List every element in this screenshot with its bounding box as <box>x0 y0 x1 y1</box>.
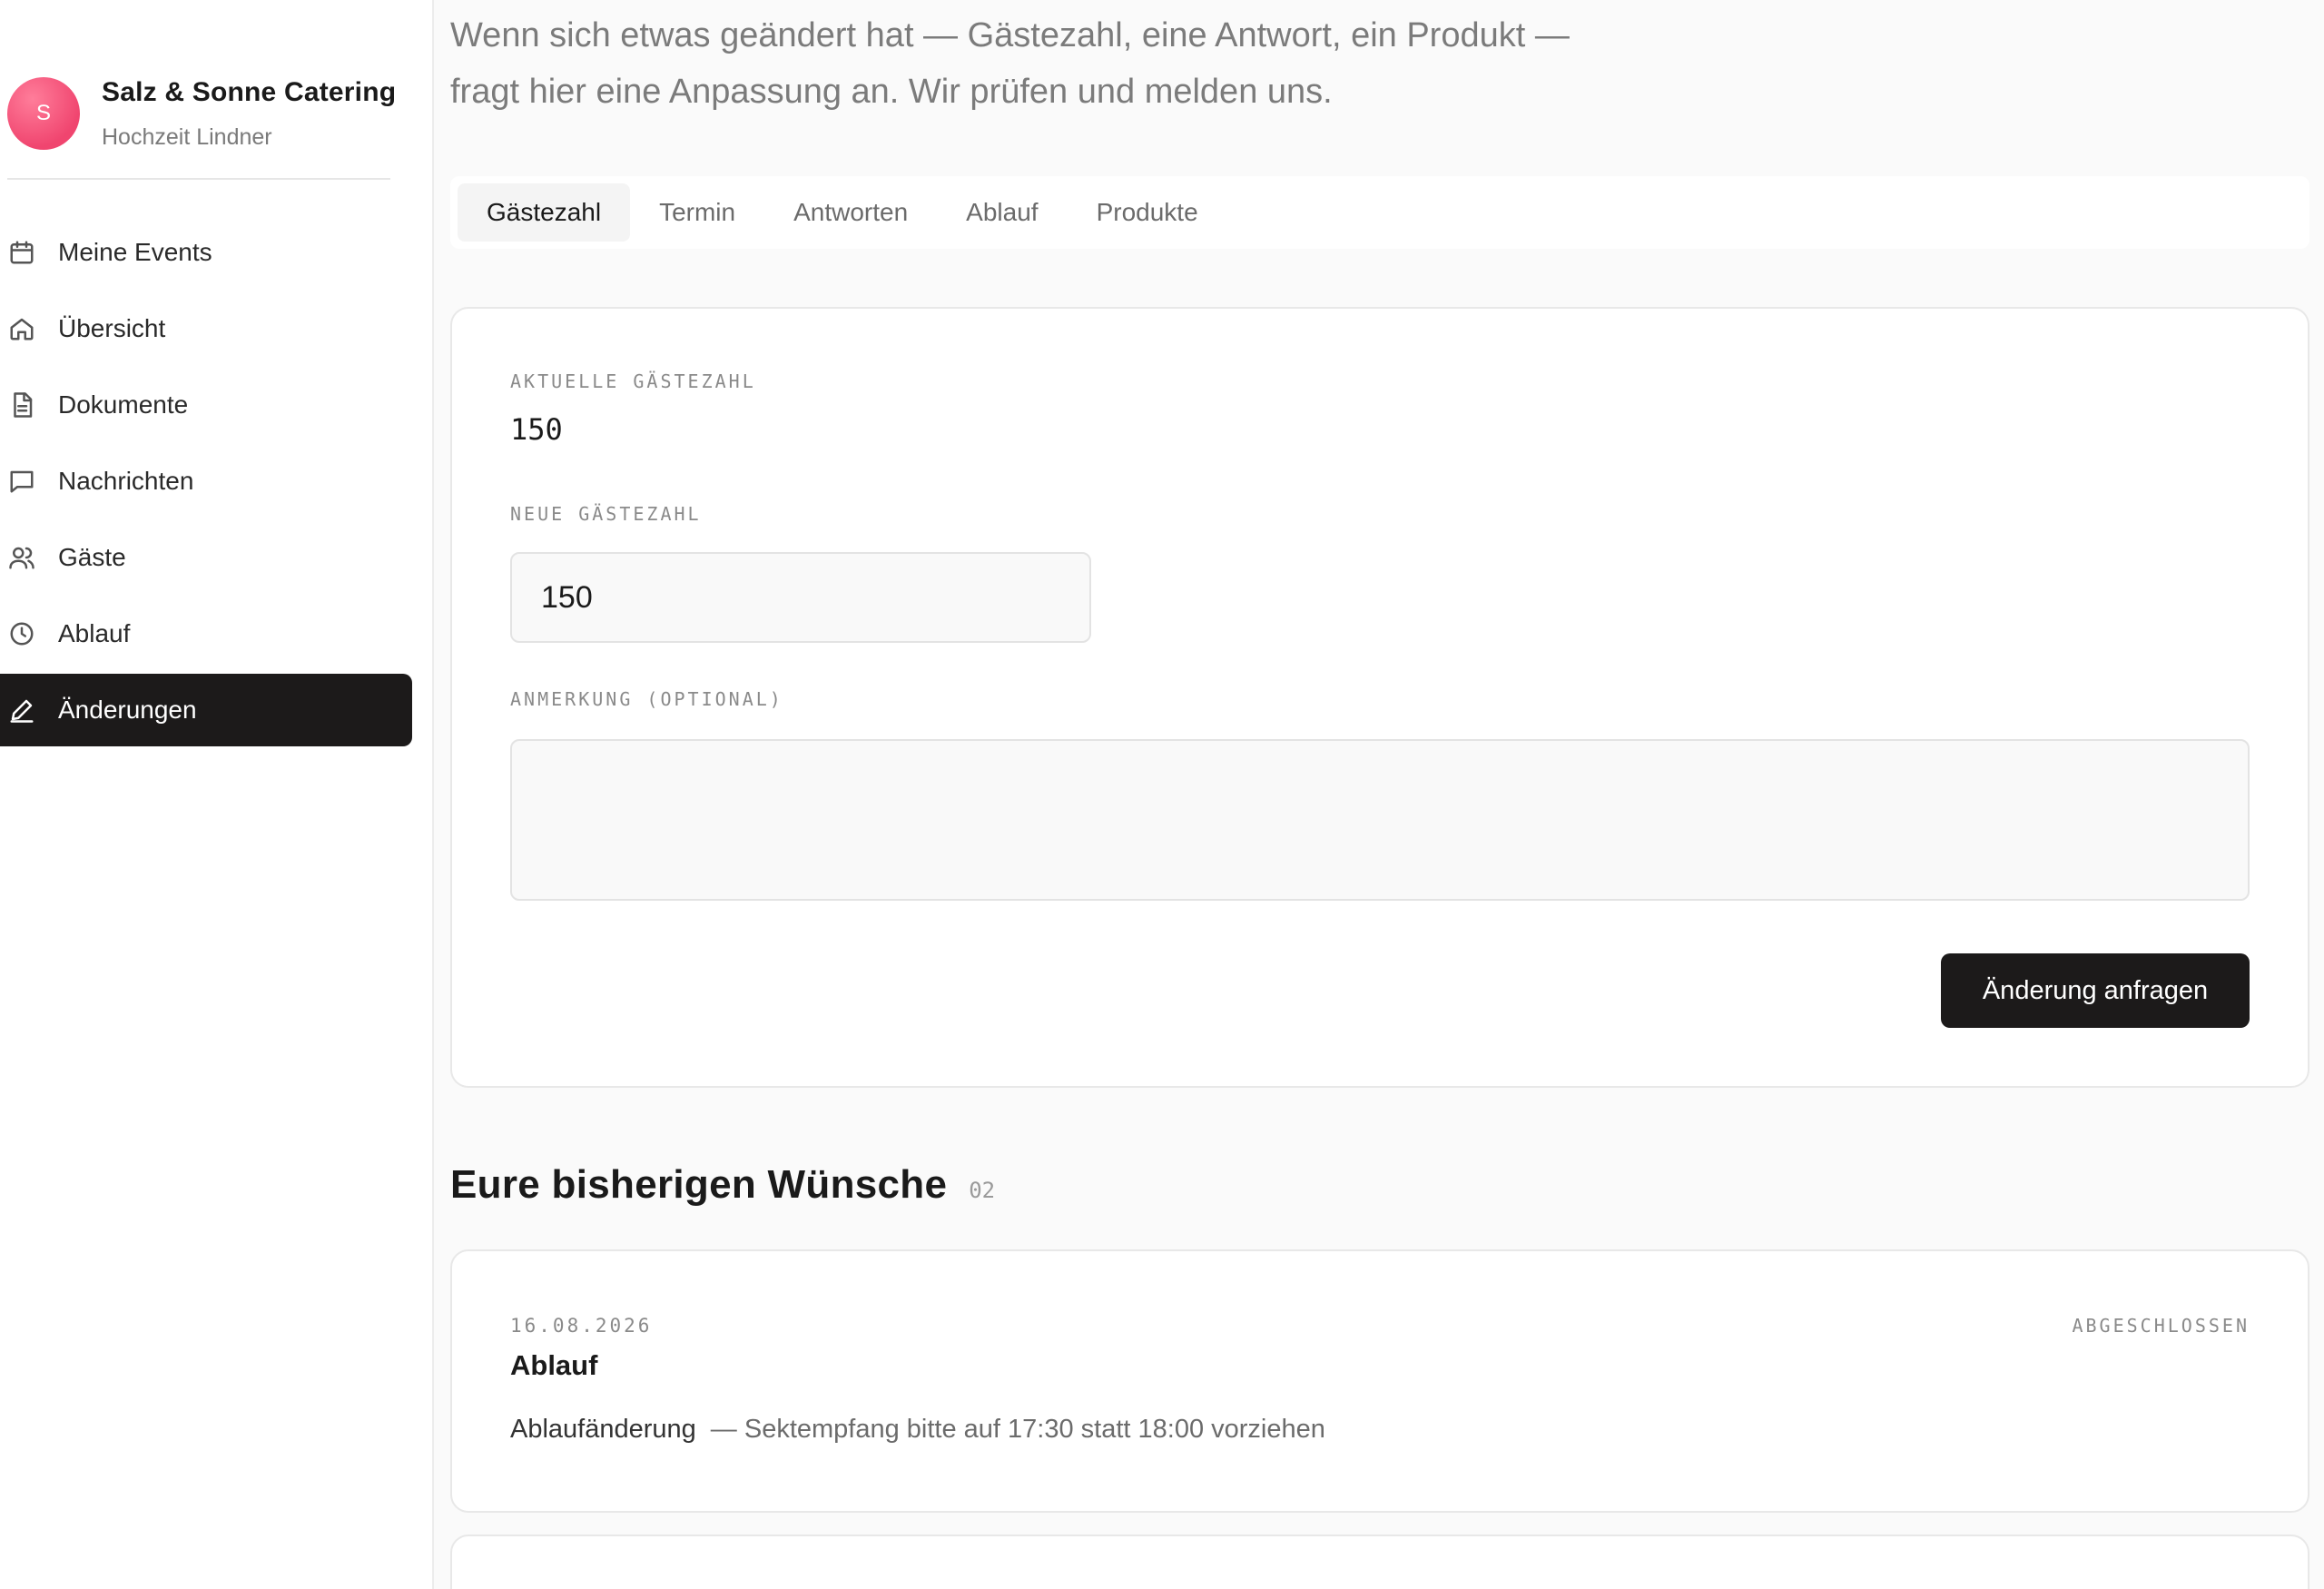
brand-name: Salz & Sonne Catering <box>102 76 397 107</box>
main-content: Wenn sich etwas geändert hat — Gästezahl… <box>434 0 2324 1589</box>
sidebar-item-nachrichten[interactable]: Nachrichten <box>0 445 412 518</box>
request-type: Ablaufänderung <box>510 1415 696 1444</box>
app-root: S Salz & Sonne Catering Hochzeit Lindner… <box>0 0 2324 1589</box>
home-icon <box>7 314 36 343</box>
request-change-button[interactable]: Änderung anfragen <box>1941 953 2250 1028</box>
request-detail: — Sektempfang bitte auf 17:30 statt 18:0… <box>710 1415 1325 1444</box>
request-card: 16.08.2026 ABGESCHLOSSEN Ablauf Ablaufän… <box>450 1249 2309 1513</box>
current-guest-count-label: AKTUELLE GÄSTEZAHL <box>510 370 756 392</box>
avatar: S <box>7 77 80 150</box>
request-card <box>450 1535 2309 1589</box>
note-label: ANMERKUNG (OPTIONAL) <box>510 688 783 710</box>
sidebar: S Salz & Sonne Catering Hochzeit Lindner… <box>0 0 434 1589</box>
request-description: Ablaufänderung — Sektempfang bitte auf 1… <box>510 1415 1325 1445</box>
change-type-tabs: Gästezahl Termin Antworten Ablauf Produk… <box>450 176 2309 249</box>
clock-icon <box>7 619 36 648</box>
tab-produkte[interactable]: Produkte <box>1068 183 1227 242</box>
sidebar-item-meine-events[interactable]: Meine Events <box>0 216 412 289</box>
sidebar-item-aenderungen[interactable]: Änderungen <box>0 674 412 746</box>
change-request-form: AKTUELLE GÄSTEZAHL 150 NEUE GÄSTEZAHL 15… <box>450 307 2309 1088</box>
brand: S Salz & Sonne Catering Hochzeit Lindner <box>0 0 432 178</box>
calendar-icon <box>7 238 36 267</box>
note-textarea[interactable] <box>510 739 2250 901</box>
sidebar-item-label: Nachrichten <box>58 467 194 495</box>
pencil-icon <box>7 696 36 725</box>
new-guest-count-label: NEUE GÄSTEZAHL <box>510 503 702 525</box>
message-icon <box>7 467 36 496</box>
brand-subtitle: Hochzeit Lindner <box>102 123 272 150</box>
previous-requests-title: Eure bisherigen Wünsche <box>450 1162 948 1207</box>
sidebar-item-ablauf[interactable]: Ablauf <box>0 597 412 670</box>
document-icon <box>7 390 36 419</box>
sidebar-divider <box>7 178 390 180</box>
current-guest-count-value: 150 <box>510 412 563 447</box>
sidebar-item-label: Übersicht <box>58 314 166 342</box>
users-icon <box>7 543 36 572</box>
tab-gaestezahl[interactable]: Gästezahl <box>458 183 631 242</box>
request-title: Ablauf <box>510 1349 598 1381</box>
sidebar-item-gaeste[interactable]: Gäste <box>0 521 412 594</box>
new-guest-count-input[interactable]: 150 <box>510 552 1091 643</box>
sidebar-item-label: Dokumente <box>58 390 189 419</box>
previous-requests-header: Eure bisherigen Wünsche 02 <box>450 1162 995 1208</box>
request-date: 16.08.2026 <box>510 1315 653 1337</box>
sidebar-item-dokumente[interactable]: Dokumente <box>0 369 412 441</box>
tab-ablauf[interactable]: Ablauf <box>937 183 1067 242</box>
intro-text: Wenn sich etwas geändert hat — Gästezahl… <box>450 16 1570 111</box>
previous-requests-count: 02 <box>969 1178 996 1203</box>
sidebar-item-label: Änderungen <box>58 696 197 724</box>
sidebar-nav: Meine Events Übersicht Dokumente Nachric… <box>0 216 434 750</box>
sidebar-item-label: Ablauf <box>58 619 131 647</box>
tab-antworten[interactable]: Antworten <box>764 183 937 242</box>
request-status: ABGESCHLOSSEN <box>2072 1315 2250 1337</box>
sidebar-item-label: Gäste <box>58 543 126 571</box>
tab-termin[interactable]: Termin <box>630 183 764 242</box>
sidebar-item-uebersicht[interactable]: Übersicht <box>0 292 412 365</box>
sidebar-item-label: Meine Events <box>58 238 212 266</box>
